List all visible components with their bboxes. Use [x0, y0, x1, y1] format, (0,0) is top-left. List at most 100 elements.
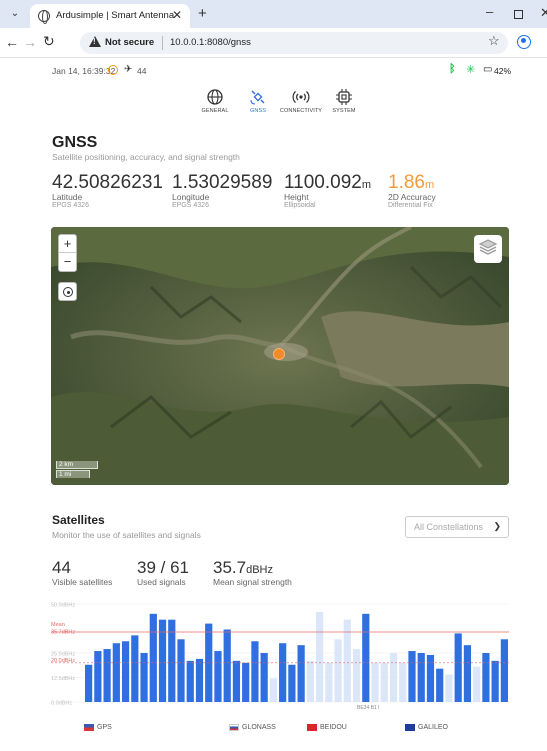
- minimize-icon[interactable]: –: [486, 4, 493, 19]
- nav-system[interactable]: SYSTEM: [314, 88, 374, 114]
- signal-bar: [232, 660, 241, 702]
- signal-bar: [491, 660, 499, 702]
- constellation-select-value: All Constellations: [414, 522, 484, 532]
- close-tab-icon[interactable]: ✕: [172, 8, 182, 22]
- profile-avatar-icon[interactable]: [517, 35, 531, 49]
- signal-bar: [186, 660, 194, 702]
- legend-galileo[interactable]: GALILEO: [405, 724, 448, 731]
- close-window-icon[interactable]: ✕: [540, 5, 547, 21]
- browser-tab[interactable]: Ardusimple | Smart Antenna ✕: [30, 4, 190, 28]
- longitude-sub: EPGS 4326: [172, 202, 209, 209]
- used-signals-metric: 39 / 61 Used signals: [137, 558, 189, 587]
- signal-bar: [417, 653, 425, 702]
- zoom-in-button[interactable]: +: [59, 235, 76, 253]
- signal-bar: [325, 662, 333, 702]
- maximize-icon[interactable]: [514, 10, 523, 19]
- legend-gps[interactable]: GPS: [84, 724, 112, 731]
- signal-strength-chart: 50.0dBHz 25.0dBHz 12.5dBHz 0.0dBHz Mean 35.7d…: [51, 603, 509, 710]
- back-arrow-icon[interactable]: ←: [5, 34, 19, 50]
- latitude-value: 42.50826231: [52, 172, 163, 193]
- zoom-out-button[interactable]: −: [59, 253, 76, 271]
- legend-glonass-label: GLONASS: [242, 724, 276, 731]
- russia-flag-icon: [229, 724, 239, 731]
- legend-gps-label: GPS: [97, 724, 112, 731]
- sun-icon: ✳: [466, 64, 476, 76]
- crosshair-icon: [63, 287, 73, 297]
- scale-km: 2 km: [56, 461, 98, 469]
- signal-bar: [399, 662, 407, 702]
- signal-bar: [482, 653, 490, 702]
- signal-bar: [473, 666, 481, 702]
- position-marker[interactable]: [273, 348, 285, 360]
- signal-bar: [454, 633, 462, 702]
- signal-bar: [500, 639, 508, 702]
- height-value: 1100.092: [284, 172, 362, 193]
- tab-search-icon[interactable]: ⌄: [8, 7, 22, 21]
- constellation-select[interactable]: All Constellations ❯: [405, 516, 509, 538]
- accuracy-value: 1.86: [388, 172, 425, 193]
- page-subtitle: Satellite positioning, accuracy, and sig…: [52, 152, 240, 162]
- address-bar: ← → ↻ Not secure 10.0.0.1:8080/gnss ☆: [0, 28, 547, 58]
- signal-bar: [223, 629, 231, 702]
- url-text[interactable]: 10.0.0.1:8080/gnss: [170, 37, 251, 48]
- y-tick-label: 50.0dBHz: [51, 603, 75, 609]
- signal-bar: [112, 643, 120, 702]
- mean-label: Mean: [51, 622, 65, 628]
- bluetooth-icon: ᛒ: [449, 63, 456, 75]
- signal-bar: [315, 611, 324, 702]
- legend-beidou[interactable]: BEIDOU: [307, 724, 347, 731]
- signal-bar: [436, 668, 444, 702]
- signal-bar: [149, 613, 157, 702]
- globe-icon: [207, 89, 223, 105]
- url-omnibox[interactable]: Not secure 10.0.0.1:8080/gnss: [80, 32, 508, 54]
- globe-favicon-icon: [38, 10, 50, 24]
- signal-bar: [121, 641, 130, 702]
- layers-button[interactable]: [474, 235, 502, 263]
- legend-glonass[interactable]: GLONASS: [229, 724, 276, 731]
- battery-level: 42%: [494, 66, 512, 76]
- satellites-title: Satellites: [52, 513, 105, 527]
- accuracy-metric: 1.86m 2D Accuracy Differential Fix: [388, 172, 436, 209]
- new-tab-icon[interactable]: +: [198, 5, 207, 22]
- x-annotation: BE34 B1 I: [357, 705, 380, 710]
- warning-icon[interactable]: [89, 36, 101, 47]
- accuracy-label: 2D Accuracy: [388, 192, 436, 202]
- china-flag-icon: [307, 724, 317, 731]
- used-signals-value: 39 / 61: [137, 558, 189, 577]
- satellite-map[interactable]: + − 2 km 1 mi: [51, 227, 509, 485]
- scale-mi: 1 mi: [56, 470, 90, 478]
- y-tick-label: 12.5dBHz: [51, 676, 75, 682]
- y-tick-label: 25.0dBHz: [51, 652, 75, 658]
- signal-bar: [195, 658, 204, 702]
- locate-button[interactable]: [58, 282, 77, 301]
- signal-bar: [251, 641, 259, 702]
- height-sub: Ellipsoidal: [284, 202, 316, 209]
- chip-icon: [336, 89, 352, 105]
- visible-satellites-value: 44: [52, 558, 71, 577]
- zoom-control: + −: [58, 234, 77, 272]
- accuracy-sub: Differential Fix: [388, 202, 433, 209]
- layers-icon: [478, 239, 498, 255]
- broadcast-icon: [292, 91, 310, 103]
- us-flag-icon: [84, 724, 94, 731]
- url-divider: [162, 36, 163, 50]
- signal-bar: [260, 653, 268, 702]
- visible-satellites-label: Visible satellites: [52, 577, 113, 587]
- signal-bar: [140, 653, 148, 702]
- signal-bar: [389, 653, 398, 702]
- mean-signal-label: Mean signal strength: [213, 577, 292, 587]
- latitude-sub: EPGS 4326: [52, 202, 89, 209]
- bookmark-star-icon[interactable]: ☆: [488, 33, 500, 49]
- accuracy-unit: m: [424, 179, 435, 191]
- signal-bar: [297, 645, 305, 702]
- forward-arrow-icon[interactable]: →: [23, 34, 37, 50]
- signal-bar: [94, 651, 102, 702]
- signal-bar: [463, 645, 472, 702]
- reload-icon[interactable]: ↻: [43, 33, 55, 50]
- legend-galileo-label: GALILEO: [418, 724, 448, 731]
- battery-icon: ▭: [483, 64, 493, 75]
- not-secure-label[interactable]: Not secure: [105, 37, 154, 48]
- signal-bar: [288, 664, 296, 702]
- used-signals-label: Used signals: [137, 577, 186, 587]
- eu-flag-icon: [405, 724, 415, 731]
